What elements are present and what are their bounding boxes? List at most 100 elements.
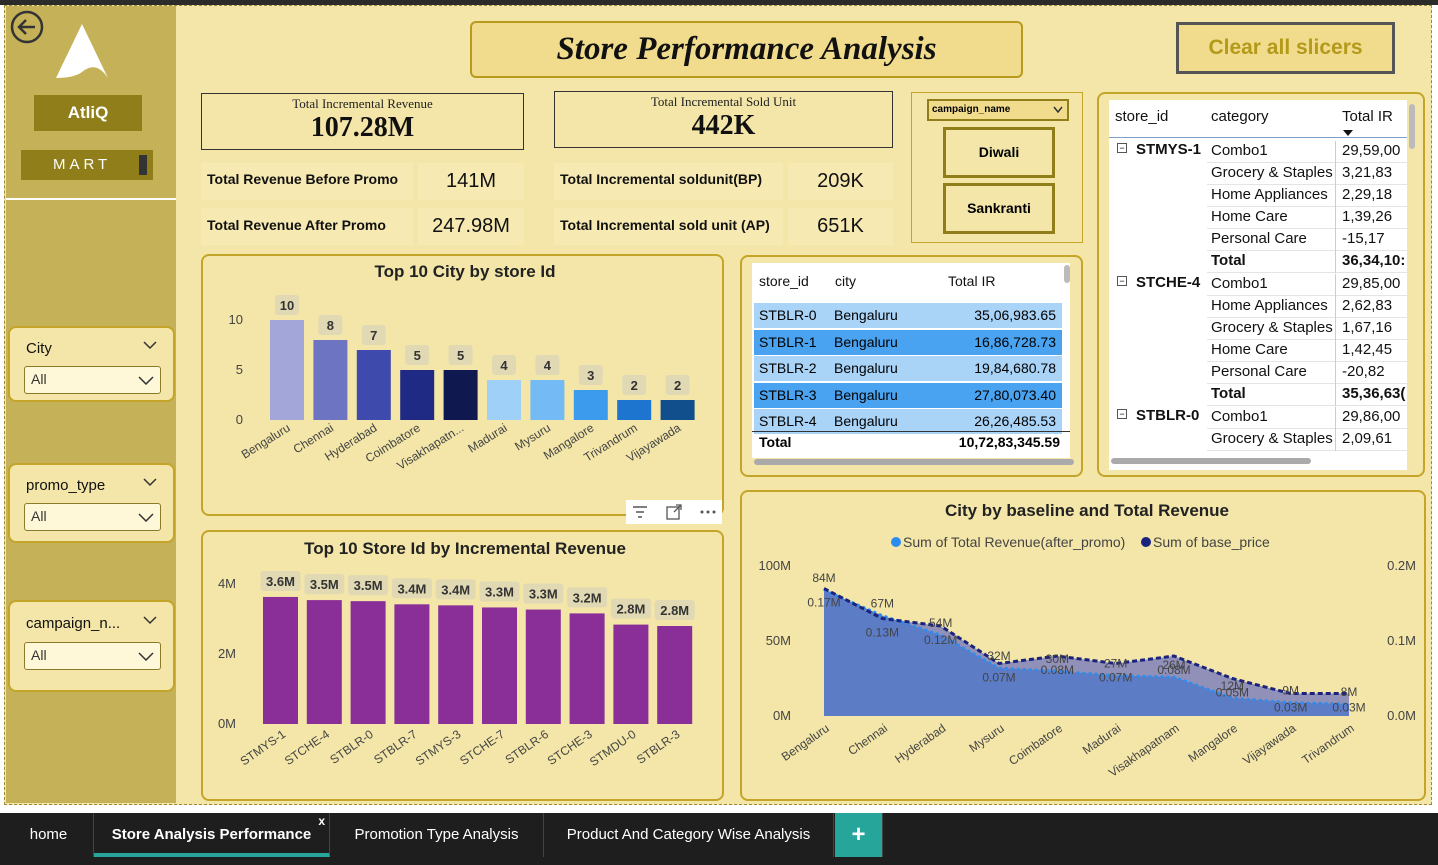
bar[interactable]: [530, 380, 565, 420]
city-table-row[interactable]: STBLR-1 Bengaluru 16,86,728.73: [754, 329, 1062, 355]
x-tick-label: Madurai: [465, 421, 509, 456]
revenue-data-label: 8M: [1341, 685, 1358, 699]
city-scrollbar-h[interactable]: [754, 459, 1074, 465]
kpi-value: 442K: [691, 110, 756, 141]
base-price-data-label: 0.03M: [1332, 701, 1365, 715]
city-table-row[interactable]: STBLR-0 Bengaluru 35,06,983.65: [754, 303, 1062, 328]
chevron-down-icon[interactable]: [143, 615, 157, 625]
data-label: 2: [674, 378, 681, 393]
tab-promotion-type[interactable]: Promotion Type Analysis: [330, 813, 544, 857]
chart-store-revenue: Top 10 Store Id by Incremental Revenue 0M…: [201, 530, 724, 801]
bar[interactable]: [613, 624, 649, 724]
matrix-store-id: STBLR-0: [1136, 407, 1200, 424]
tab-store-analysis[interactable]: Store Analysis Performance x: [94, 813, 330, 857]
campaign-dropdown[interactable]: All: [24, 642, 161, 670]
chart-title: Top 10 Store Id by Incremental Revenue: [304, 539, 626, 558]
revenue-data-label: 32M: [987, 649, 1010, 663]
matrix-total-ir: 35,36,63(: [1342, 385, 1406, 402]
bar[interactable]: [657, 626, 693, 724]
matrix-row: Personal Care -15,17: [1207, 229, 1407, 251]
bar[interactable]: [394, 604, 430, 724]
tab-product-category[interactable]: Product And Category Wise Analysis: [544, 813, 834, 857]
city-scrollbar-v[interactable]: [1064, 265, 1070, 283]
add-page-button[interactable]: +: [835, 813, 883, 857]
x-tick-label: Hyderabad: [892, 721, 948, 766]
city-cell: 19,84,680.78: [974, 360, 1056, 376]
diwali-button[interactable]: Diwali: [943, 127, 1055, 178]
bar[interactable]: [569, 613, 605, 724]
legend-label[interactable]: Sum of Total Revenue(after_promo): [903, 534, 1125, 550]
matrix-row: Total 35,36,63(: [1207, 384, 1407, 406]
matrix-total-ir: 1,39,26: [1342, 208, 1393, 225]
bar[interactable]: [400, 370, 435, 420]
data-label: 2: [631, 378, 638, 393]
store-revenue-bar-chart: Top 10 Store Id by Incremental Revenue 0M…: [218, 539, 695, 769]
matrix-scrollbar-v[interactable]: [1409, 104, 1415, 149]
base-price-data-label: 0.07M: [1099, 671, 1132, 685]
kpi-rev-ap-value: 247.98M: [418, 208, 524, 245]
collapse-icon[interactable]: −: [1117, 276, 1127, 286]
campaign-slicer[interactable]: campaign_n... All: [8, 600, 175, 692]
focus-mode-icon[interactable]: [666, 504, 682, 520]
matrix-category: Combo1: [1211, 275, 1268, 292]
kpi-units-ap-value: 651K: [788, 208, 893, 245]
bar[interactable]: [487, 380, 521, 420]
sort-desc-icon[interactable]: [1343, 130, 1353, 136]
matrix-category: Total: [1211, 385, 1246, 402]
y-tick-label: 0: [236, 412, 243, 427]
filter-icon[interactable]: [632, 505, 648, 519]
matrix-row: Personal Care -20,82: [1207, 362, 1407, 384]
kpi-incremental-revenue: Total Incremental Revenue 107.28M: [201, 93, 524, 150]
city-cell: STBLR-3: [759, 386, 817, 403]
matrix-total-ir: 29,86,00: [1342, 408, 1401, 425]
promo-type-dropdown[interactable]: All: [24, 503, 161, 531]
matrix-scrollbar-h[interactable]: [1111, 458, 1311, 464]
chevron-down-icon[interactable]: [143, 477, 157, 487]
x-tick-label: Bengaluru: [239, 421, 293, 462]
bar[interactable]: [525, 609, 561, 724]
bar[interactable]: [438, 605, 474, 724]
promo-type-slicer-title: promo_type: [26, 477, 106, 494]
kpi-incremental-units: Total Incremental Sold Unit 442K: [554, 91, 893, 148]
kpi-value: 247.98M: [432, 215, 510, 237]
data-label: 3.6M: [266, 574, 295, 589]
clear-slicers-button[interactable]: Clear all slicers: [1176, 22, 1395, 74]
bar[interactable]: [443, 370, 478, 420]
bar[interactable]: [270, 320, 304, 420]
matrix-header-total-ir[interactable]: Total IR: [1342, 108, 1393, 125]
city-slicer[interactable]: City All: [8, 326, 175, 402]
matrix-total-ir: 1,42,45: [1342, 341, 1393, 358]
base-price-data-label: 0.12M: [924, 633, 957, 647]
matrix-row: Home Care 1,42,45: [1207, 340, 1407, 362]
tab-home[interactable]: home: [4, 813, 94, 857]
legend-label[interactable]: Sum of base_price: [1153, 534, 1270, 550]
bar[interactable]: [263, 596, 298, 724]
city-table-row[interactable]: STBLR-2 Bengaluru 19,84,680.78: [754, 356, 1062, 381]
bar[interactable]: [482, 607, 517, 724]
city-table-visual: store_id city Total IR STBLR-0 Bengaluru 3…: [740, 255, 1083, 477]
collapse-icon[interactable]: −: [1117, 409, 1127, 419]
city-table-row[interactable]: STBLR-3 Bengaluru 27,80,073.40: [754, 382, 1062, 408]
bar[interactable]: [573, 390, 608, 420]
bar[interactable]: [660, 400, 695, 420]
close-tab-icon[interactable]: x: [318, 799, 325, 843]
city-dropdown[interactable]: All: [24, 366, 161, 394]
city-cell: STBLR-2: [759, 360, 817, 376]
bar[interactable]: [306, 600, 342, 724]
matrix-total-ir: 2,09,61: [1342, 430, 1393, 447]
chevron-down-icon[interactable]: [143, 340, 157, 350]
more-options-icon[interactable]: [700, 510, 716, 514]
bar[interactable]: [350, 601, 386, 724]
city-cell: 27,80,073.40: [974, 386, 1056, 403]
campaign-name-dropdown[interactable]: campaign_name: [927, 99, 1069, 121]
back-arrow-icon[interactable]: [10, 10, 44, 44]
bar[interactable]: [356, 350, 391, 420]
base-price-data-label: 0.05M: [1216, 686, 1249, 700]
bar[interactable]: [617, 400, 652, 420]
collapse-icon[interactable]: −: [1117, 143, 1127, 153]
promo-type-slicer[interactable]: promo_type All: [8, 463, 175, 543]
brand-sub: MART: [21, 150, 153, 180]
x-tick-label: STBLR-7: [371, 727, 420, 767]
bar[interactable]: [313, 340, 348, 420]
sankranti-button[interactable]: Sankranti: [943, 183, 1055, 234]
